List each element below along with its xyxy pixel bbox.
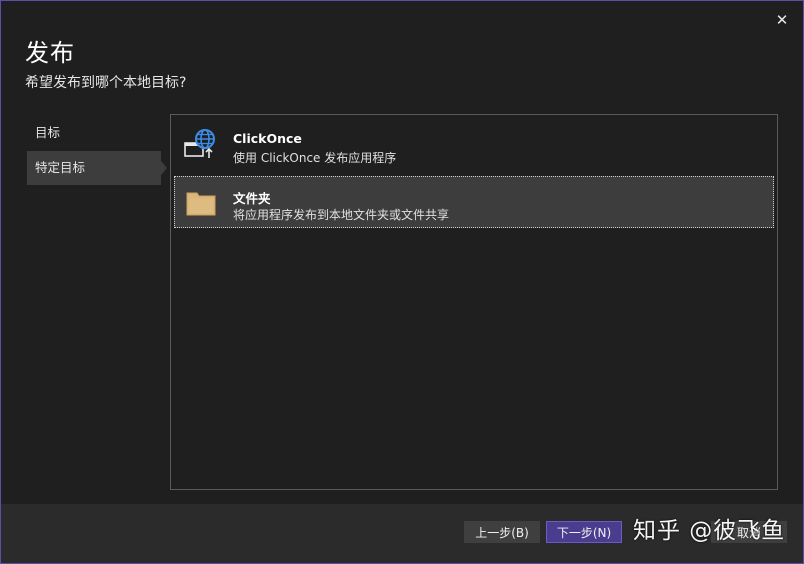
dialog-subtitle: 希望发布到哪个本地目标? (25, 75, 187, 91)
next-button[interactable]: 下一步(N) (546, 521, 622, 543)
nav-item-label: 特定目标 (35, 160, 86, 175)
back-button[interactable]: 上一步(B) (464, 521, 540, 543)
target-item-clickonce[interactable]: ClickOnce 使用 ClickOnce 发布应用程序 (174, 119, 774, 171)
close-icon: ✕ (775, 11, 789, 29)
nav-item-label: 目标 (35, 125, 61, 140)
target-name: ClickOnce (233, 131, 302, 146)
publish-dialog: ✕ 发布 希望发布到哪个本地目标? 目标 特定目标 ClickOnce 使用 C… (0, 0, 804, 564)
nav-item-specific-target[interactable]: 特定目标 (27, 151, 167, 185)
target-item-folder[interactable]: 文件夹 将应用程序发布到本地文件夹或文件共享 (174, 176, 774, 228)
clickonce-globe-icon (182, 127, 218, 163)
target-name: 文件夹 (233, 191, 271, 206)
wizard-nav: 目标 特定目标 (27, 116, 167, 186)
target-description: 使用 ClickOnce 发布应用程序 (233, 151, 397, 165)
target-description: 将应用程序发布到本地文件夹或文件共享 (233, 208, 450, 222)
watermark: 知乎 @彼飞鱼 (633, 518, 786, 544)
close-button[interactable]: ✕ (773, 11, 791, 29)
nav-item-target[interactable]: 目标 (27, 116, 161, 150)
target-list: ClickOnce 使用 ClickOnce 发布应用程序 文件夹 将应用程序发… (170, 114, 778, 490)
dialog-title: 发布 (25, 39, 75, 67)
folder-icon (183, 185, 219, 221)
